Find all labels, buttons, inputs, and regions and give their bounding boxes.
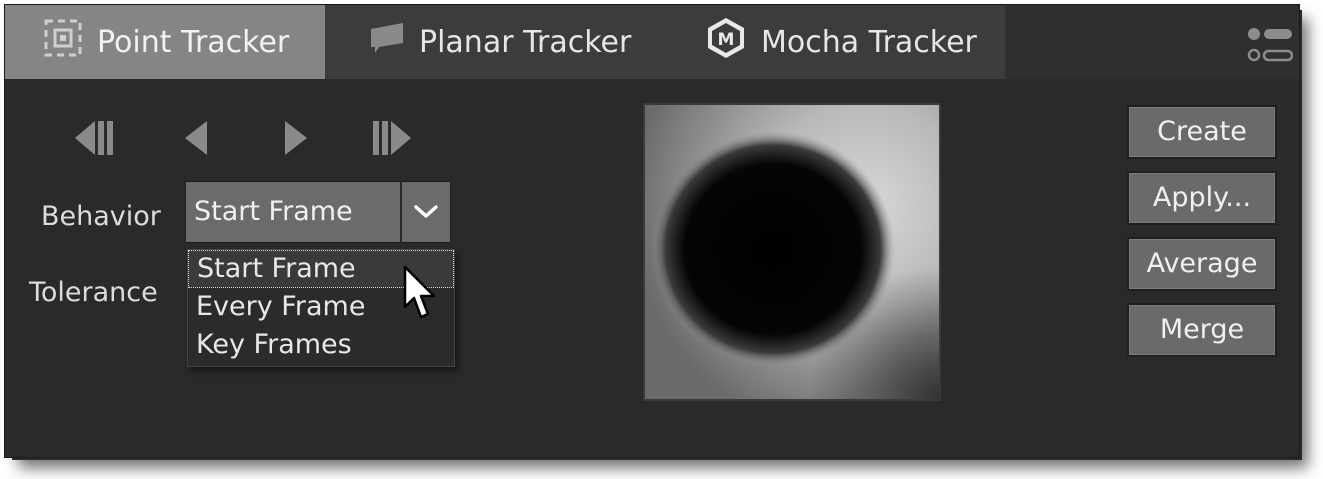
create-button[interactable]: Create <box>1127 105 1277 159</box>
mocha-icon: M <box>705 16 747 68</box>
step-forward-button[interactable] <box>369 115 415 161</box>
chevron-down-icon <box>414 205 438 218</box>
tab-bar: Point Tracker Planar Tracker M Mocha Tra… <box>5 5 1299 79</box>
track-forward-button[interactable] <box>275 115 321 161</box>
behavior-label: Behavior <box>41 201 161 232</box>
track-back-icon <box>185 121 207 155</box>
options-menu-icon[interactable] <box>1247 27 1294 67</box>
track-forward-icon <box>285 121 307 155</box>
tab-point-tracker-label: Point Tracker <box>97 24 290 60</box>
behavior-select[interactable]: Start Frame <box>185 181 451 243</box>
merge-button[interactable]: Merge <box>1127 303 1277 357</box>
average-button[interactable]: Average <box>1127 237 1277 291</box>
tolerance-label: Tolerance <box>29 277 158 308</box>
apply-button[interactable]: Apply... <box>1127 171 1277 225</box>
tab-planar-tracker-label: Planar Tracker <box>419 24 632 60</box>
dropdown-option-key-frames[interactable]: Key Frames <box>188 326 454 364</box>
tab-mocha-tracker-label: Mocha Tracker <box>761 24 977 60</box>
step-forward-icon <box>373 121 411 155</box>
behavior-dropdown-button[interactable] <box>402 182 450 242</box>
track-back-button[interactable] <box>177 115 223 161</box>
tracker-preview-image <box>645 105 939 399</box>
tracker-panel: Point Tracker Planar Tracker M Mocha Tra… <box>4 4 1300 458</box>
mouse-cursor-icon <box>403 265 439 323</box>
tab-bar-filler <box>1005 5 1299 79</box>
point-tracker-icon <box>43 18 83 66</box>
mocha-badge-letter: M <box>718 30 735 50</box>
step-back-icon <box>75 121 113 155</box>
planar-tracker-icon <box>369 21 405 63</box>
tab-planar-tracker[interactable]: Planar Tracker <box>325 5 675 79</box>
step-back-button[interactable] <box>71 115 117 161</box>
tab-mocha-tracker[interactable]: M Mocha Tracker <box>675 5 1005 79</box>
tracker-preview <box>643 103 941 401</box>
tab-point-tracker[interactable]: Point Tracker <box>5 5 325 79</box>
behavior-select-value: Start Frame <box>186 182 402 242</box>
